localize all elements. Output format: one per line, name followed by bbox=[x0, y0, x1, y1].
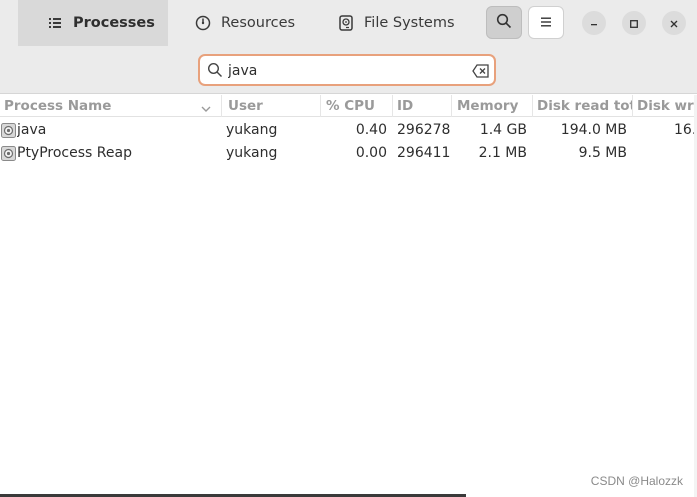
tab-processes[interactable]: Processes bbox=[18, 0, 168, 46]
process-gear-icon bbox=[1, 123, 16, 138]
tab-resources[interactable]: Resources bbox=[168, 0, 318, 46]
chevron-down-icon bbox=[200, 100, 212, 112]
process-user: yukang bbox=[226, 122, 278, 138]
table-row[interactable]: java yukang 0.40 296278 1.4 GB 194.0 MB … bbox=[0, 119, 697, 142]
process-gear-icon bbox=[1, 146, 16, 161]
column-separator bbox=[320, 95, 321, 117]
table-row[interactable]: PtyProcess Reap yukang 0.00 296411 2.1 M… bbox=[0, 142, 697, 165]
search-input[interactable] bbox=[228, 60, 464, 82]
column-disk-write[interactable]: Disk writ bbox=[637, 98, 697, 114]
column-header-row: Process Name User % CPU ID Memory Disk r… bbox=[0, 95, 697, 117]
tab-processes-label: Processes bbox=[73, 15, 155, 31]
process-disk-read: 9.5 MB bbox=[578, 145, 627, 161]
search-icon bbox=[496, 13, 512, 33]
column-separator bbox=[221, 95, 222, 117]
tab-file-systems-label: File Systems bbox=[364, 15, 455, 31]
column-user[interactable]: User bbox=[228, 98, 318, 114]
process-cpu: 0.00 bbox=[355, 145, 387, 161]
column-cpu[interactable]: % CPU bbox=[326, 98, 390, 114]
maximize-icon bbox=[629, 14, 639, 33]
tab-resources-label: Resources bbox=[221, 15, 296, 31]
column-separator bbox=[451, 95, 452, 117]
column-id[interactable]: ID bbox=[397, 98, 451, 114]
header-bar: Processes Resources File Systems bbox=[0, 0, 697, 46]
search-toggle-button[interactable] bbox=[486, 6, 522, 39]
close-button[interactable] bbox=[662, 11, 686, 35]
hamburger-menu-icon bbox=[540, 13, 552, 32]
column-disk-read-total[interactable]: Disk read tota bbox=[537, 98, 632, 114]
tab-file-systems[interactable]: File Systems bbox=[318, 0, 468, 46]
process-user: yukang bbox=[226, 145, 278, 161]
disk-icon bbox=[337, 14, 355, 32]
gauge-icon bbox=[194, 14, 212, 32]
column-process-name[interactable]: Process Name bbox=[4, 98, 194, 114]
close-icon bbox=[669, 14, 679, 33]
process-memory: 2.1 MB bbox=[478, 145, 527, 161]
process-name: PtyProcess Reap bbox=[17, 145, 132, 161]
search-icon bbox=[207, 62, 225, 80]
process-id: 296411 bbox=[397, 145, 451, 161]
process-id: 296278 bbox=[397, 122, 451, 138]
watermark: CSDN @Halozzk bbox=[590, 474, 683, 488]
column-separator bbox=[632, 95, 633, 117]
clear-search-icon[interactable] bbox=[472, 63, 490, 79]
process-name: java bbox=[17, 122, 47, 138]
column-separator bbox=[532, 95, 533, 117]
process-cpu: 0.40 bbox=[355, 122, 387, 138]
column-separator bbox=[392, 95, 393, 117]
main-menu-button[interactable] bbox=[528, 6, 564, 39]
process-memory: 1.4 GB bbox=[479, 122, 527, 138]
search-bar bbox=[0, 46, 697, 94]
list-icon bbox=[46, 14, 64, 32]
search-entry[interactable] bbox=[198, 54, 496, 86]
minimize-button[interactable] bbox=[582, 11, 606, 35]
column-memory[interactable]: Memory bbox=[457, 98, 531, 114]
maximize-button[interactable] bbox=[622, 11, 646, 35]
process-disk-read: 194.0 MB bbox=[560, 122, 627, 138]
minimize-icon bbox=[589, 14, 599, 33]
